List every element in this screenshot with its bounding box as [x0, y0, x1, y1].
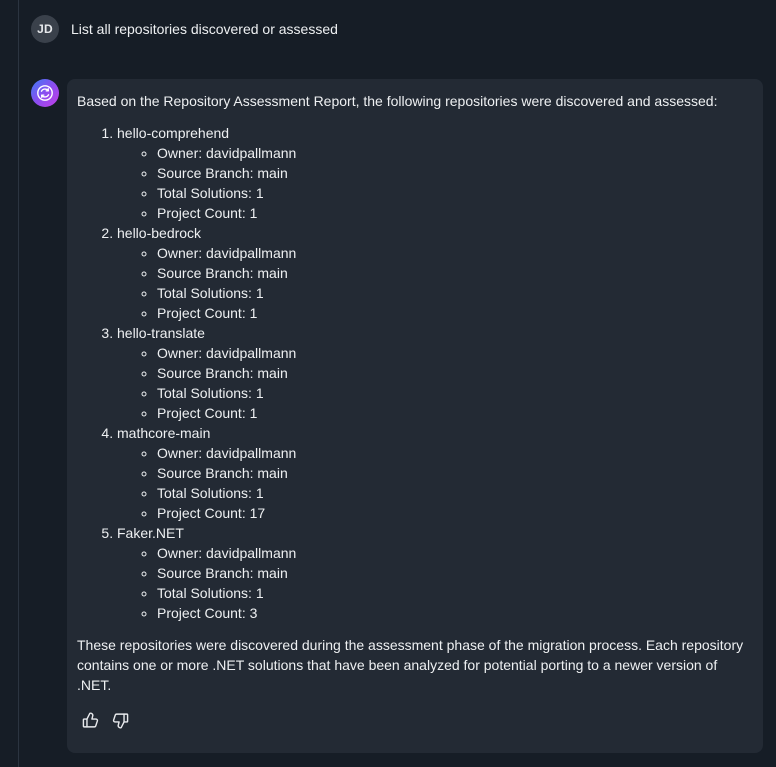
assistant-message-bubble: Based on the Repository Assessment Repor…: [67, 79, 763, 753]
repository-item: hello-bedrock Owner: davidpallmann Sourc…: [117, 223, 753, 323]
repository-detail: Project Count: 1: [157, 303, 753, 323]
repository-detail: Total Solutions: 1: [157, 583, 753, 603]
repository-name: hello-bedrock: [117, 225, 202, 241]
repository-detail: Source Branch: main: [157, 263, 753, 283]
repository-list: hello-comprehend Owner: davidpallmann So…: [77, 123, 753, 623]
repository-detail: Project Count: 1: [157, 203, 753, 223]
assistant-outro-text: These repositories were discovered durin…: [77, 637, 744, 693]
repository-detail: Owner: davidpallmann: [157, 343, 753, 363]
repository-item: mathcore-main Owner: davidpallmann Sourc…: [117, 423, 753, 523]
user-message-text: List all repositories discovered or asse…: [71, 21, 338, 37]
thumbs-down-icon: [112, 712, 128, 728]
repository-name: hello-comprehend: [117, 125, 230, 141]
repository-detail: Total Solutions: 1: [157, 383, 753, 403]
repository-detail: Total Solutions: 1: [157, 183, 753, 203]
repository-detail: Source Branch: main: [157, 163, 753, 183]
repository-detail: Project Count: 1: [157, 403, 753, 423]
repository-name: Faker.NET: [117, 525, 184, 541]
repository-name: mathcore-main: [117, 425, 211, 441]
repository-detail: Project Count: 3: [157, 603, 753, 623]
repository-name: hello-translate: [117, 325, 205, 341]
assistant-avatar: [31, 79, 59, 107]
thumbs-down-button[interactable]: [111, 711, 129, 729]
repository-details: Owner: davidpallmann Source Branch: main…: [117, 243, 753, 323]
repository-detail: Owner: davidpallmann: [157, 143, 753, 163]
assistant-logo-icon: [37, 85, 53, 101]
repository-detail: Source Branch: main: [157, 363, 753, 383]
repository-item: hello-translate Owner: davidpallmann Sou…: [117, 323, 753, 423]
repository-detail: Total Solutions: 1: [157, 483, 753, 503]
repository-detail: Project Count: 17: [157, 503, 753, 523]
assistant-intro-text: Based on the Repository Assessment Repor…: [77, 93, 718, 109]
repository-details: Owner: davidpallmann Source Branch: main…: [117, 443, 753, 523]
repository-detail: Source Branch: main: [157, 563, 753, 583]
thumbs-up-icon: [82, 712, 98, 728]
thumbs-up-button[interactable]: [81, 711, 99, 729]
repository-detail: Owner: davidpallmann: [157, 443, 753, 463]
repository-details: Owner: davidpallmann Source Branch: main…: [117, 143, 753, 223]
user-message-row: JD List all repositories discovered or a…: [31, 15, 338, 43]
repository-detail: Total Solutions: 1: [157, 283, 753, 303]
feedback-bar: [81, 711, 129, 729]
user-avatar: JD: [31, 15, 59, 43]
repository-item: Faker.NET Owner: davidpallmann Source Br…: [117, 523, 753, 623]
repository-detail: Source Branch: main: [157, 463, 753, 483]
repository-detail: Owner: davidpallmann: [157, 243, 753, 263]
repository-details: Owner: davidpallmann Source Branch: main…: [117, 343, 753, 423]
repository-details: Owner: davidpallmann Source Branch: main…: [117, 543, 753, 623]
conversation-rail: [18, 0, 19, 767]
repository-item: hello-comprehend Owner: davidpallmann So…: [117, 123, 753, 223]
repository-detail: Owner: davidpallmann: [157, 543, 753, 563]
